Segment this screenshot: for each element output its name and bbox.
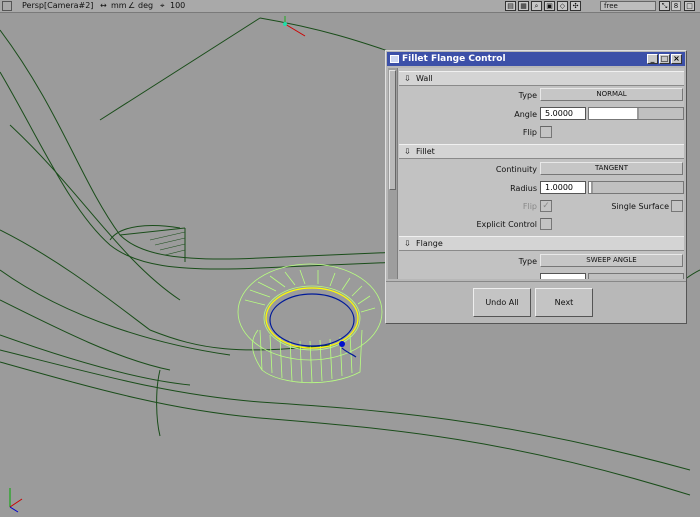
surface-curve	[99, 17, 261, 121]
wall-flip-label: Flip	[522, 128, 537, 137]
print-icon[interactable]: ▤	[505, 1, 516, 11]
viewport-header: Persp[Camera#2] ↔ mm ∠ deg ⌖ 100 ▤ ▦ ⌕ ▣…	[0, 0, 700, 13]
linear-unit-icon: ↔	[100, 1, 107, 10]
surface-curve	[0, 29, 401, 260]
single-surface-checkbox[interactable]	[671, 200, 683, 212]
layout-icon[interactable]: ▦	[518, 1, 529, 11]
fillet-flip-label: Flip	[522, 202, 537, 211]
undo-all-button[interactable]: Undo All	[473, 288, 531, 317]
wall-type-button[interactable]: NORMAL	[540, 88, 683, 101]
flange-type-label: Type	[518, 257, 537, 266]
flange-type-button[interactable]: SWEEP ANGLE	[540, 254, 683, 267]
fillet-continuity-label: Continuity	[495, 165, 537, 174]
counter-field[interactable]: 8	[671, 1, 681, 11]
fillet-radius-label: Radius	[510, 184, 537, 193]
window-title-bar[interactable]: Fillet Flange Control _ □ ×	[387, 52, 685, 66]
fillet-flip-checkbox: ✓	[540, 200, 552, 212]
collapse-arrow-icon[interactable]: ⇩	[404, 145, 411, 159]
surface-curve	[0, 71, 401, 270]
minimize-icon[interactable]: _	[647, 54, 658, 64]
section-header-flange[interactable]: ⇩ Flange	[399, 236, 684, 251]
world-axis-z	[9, 506, 19, 513]
wall-angle-label: Angle	[514, 110, 537, 119]
selected-edge-ellipse	[265, 287, 359, 349]
next-button[interactable]: Next	[535, 288, 593, 317]
angle-unit-icon: ∠	[128, 1, 136, 10]
fillet-flange-control-window[interactable]: Fillet Flange Control _ □ × ⇩ Wall Type …	[385, 50, 687, 324]
fillet-continuity-button[interactable]: TANGENT	[540, 162, 683, 175]
world-axis-x	[9, 498, 23, 508]
fillet-radius-slider[interactable]	[588, 181, 684, 194]
modeling-viewport[interactable]: Persp[Camera#2] ↔ mm ∠ deg ⌖ 100 ▤ ▦ ⌕ ▣…	[0, 0, 700, 517]
flange-partial-field[interactable]	[540, 273, 586, 279]
scrollbar-thumb[interactable]	[389, 70, 396, 190]
section-title: Fillet	[416, 147, 435, 156]
fillet-hatch	[149, 231, 186, 256]
surface-curve	[0, 334, 191, 386]
window-icon	[390, 55, 399, 63]
surface-curve	[0, 269, 231, 356]
slider-knob[interactable]	[590, 182, 593, 193]
wall-angle-slider[interactable]	[588, 107, 684, 120]
wall-flip-checkbox[interactable]	[540, 126, 552, 138]
manipulator-handle-icon	[339, 341, 345, 347]
surface-curve	[9, 124, 181, 301]
flange-partial-slider[interactable]	[588, 273, 684, 279]
surface-curve	[0, 299, 171, 371]
surface-curve	[0, 229, 331, 351]
dialog-button-bar: Undo All Next	[386, 281, 686, 323]
camera-mode-field[interactable]: free	[600, 1, 656, 11]
wall-angle-field[interactable]: 5.0000	[540, 107, 586, 120]
wall-type-label: Type	[518, 91, 537, 100]
surface-curve	[259, 17, 401, 56]
options-panel: ⇩ Wall Type NORMAL Angle 5.0000 Flip ⇩ F…	[388, 68, 684, 279]
view-options-icon[interactable]: □	[684, 1, 695, 11]
zoom-icon[interactable]: ⌕	[531, 1, 542, 11]
surface-curve	[0, 361, 691, 496]
frame-icon[interactable]: ▣	[544, 1, 555, 11]
flange-hatch-top	[244, 269, 376, 313]
section-title: Flange	[416, 239, 443, 248]
section-header-fillet[interactable]: ⇩ Fillet	[399, 144, 684, 159]
scale-icon: ⌖	[160, 1, 165, 10]
maximize-icon[interactable]: □	[659, 54, 670, 64]
section-title: Wall	[416, 74, 433, 83]
rotate-icon[interactable]: ✣	[570, 1, 581, 11]
explicit-control-checkbox[interactable]	[540, 218, 552, 230]
section-header-wall[interactable]: ⇩ Wall	[399, 71, 684, 86]
slider-knob[interactable]	[636, 108, 639, 119]
gizmo-origin	[283, 22, 287, 26]
single-surface-label: Single Surface	[611, 202, 669, 211]
angle-unit-label: deg	[138, 1, 154, 10]
fillet-radius-field[interactable]: 1.0000	[540, 181, 586, 194]
window-title: Fillet Flange Control	[402, 54, 506, 64]
viewport-title: Persp[Camera#2]	[22, 1, 94, 10]
collapse-arrow-icon[interactable]: ⇩	[404, 237, 411, 251]
collapse-arrow-icon[interactable]: ⇩	[404, 72, 411, 86]
maximize-view-icon[interactable]: ⤡	[659, 1, 670, 11]
viewport-close-icon[interactable]	[2, 1, 12, 11]
slider-fill	[589, 108, 636, 119]
explicit-control-label: Explicit Control	[476, 220, 537, 229]
scrollbar[interactable]	[388, 68, 398, 279]
scale-value: 100	[170, 1, 186, 10]
manipulator-arc	[341, 347, 357, 358]
linear-unit-label: mm	[111, 1, 127, 10]
fit-icon[interactable]: ◇	[557, 1, 568, 11]
boundary-ellipse	[269, 293, 355, 347]
flange-inner-ellipse	[263, 285, 361, 351]
close-icon[interactable]: ×	[671, 54, 682, 64]
